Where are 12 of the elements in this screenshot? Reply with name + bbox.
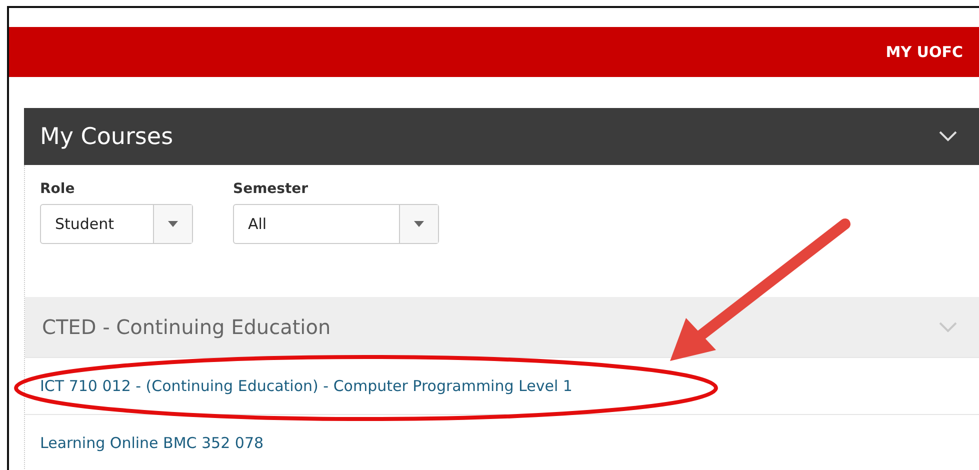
course-link[interactable]: Learning Online BMC 352 078: [40, 434, 264, 452]
group-title: CTED - Continuing Education: [42, 315, 331, 339]
nav-link[interactable]: MY UOFC: [886, 43, 963, 61]
caret-icon: [168, 221, 178, 227]
dropdown[interactable]: Student: [40, 204, 193, 244]
filter-label: Role: [40, 181, 76, 197]
dropdown[interactable]: All: [233, 204, 439, 244]
chevron-down-icon[interactable]: [939, 131, 957, 142]
filter-label: Semester: [233, 181, 310, 197]
course-link[interactable]: ICT 710 012 - (Continuing Education) - Computer Programming Level 1: [40, 377, 572, 395]
caret-icon: [414, 221, 424, 227]
panel-title: My Courses: [40, 124, 174, 150]
